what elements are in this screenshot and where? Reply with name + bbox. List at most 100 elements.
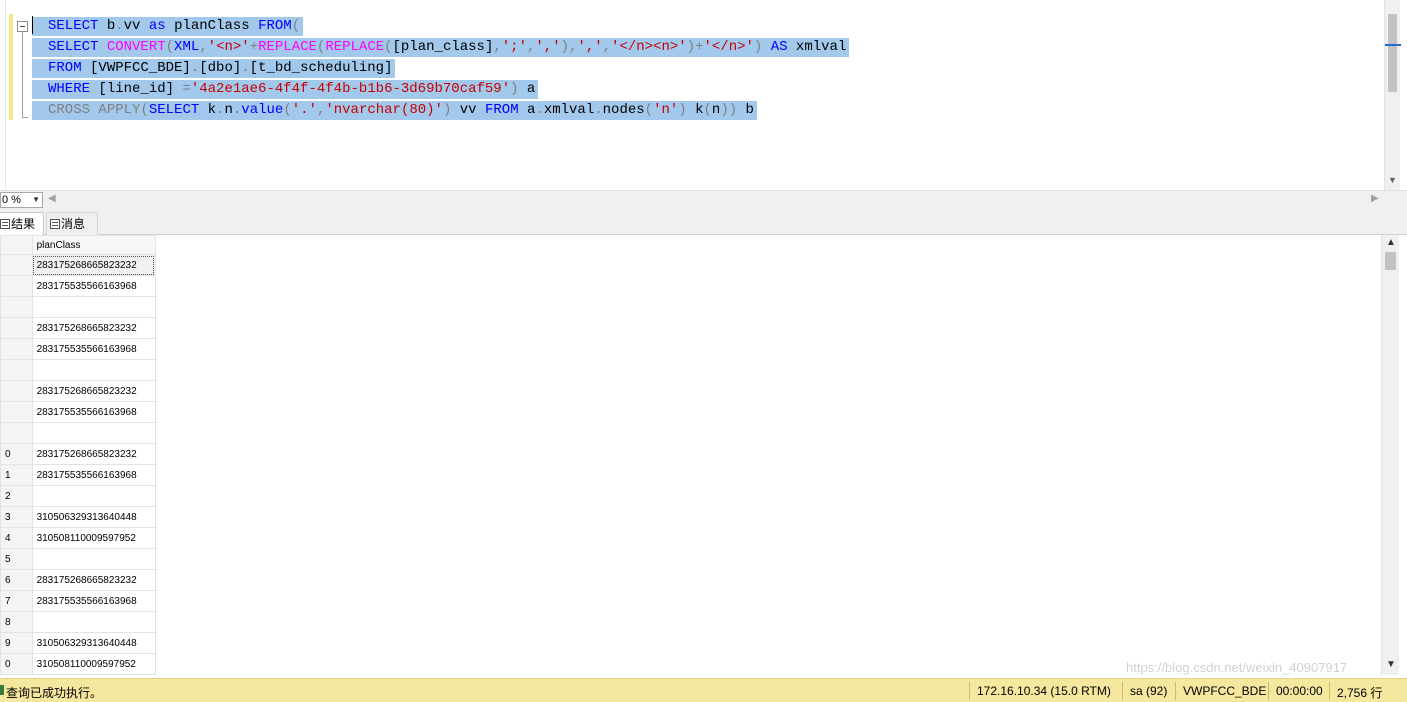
table-row[interactable]: 283175268665823232 (0, 380, 156, 402)
table-row[interactable]: 283175535566163968 (0, 338, 156, 360)
cell-planclass[interactable]: 283175268665823232 (31, 569, 156, 591)
grid-scroll-thumb[interactable] (1385, 252, 1396, 270)
table-row[interactable]: 4 310508110009597952 (0, 527, 156, 549)
cell-planclass[interactable] (31, 611, 156, 633)
editor-right-margin (1401, 0, 1407, 190)
code-token: xmlval (543, 102, 595, 118)
cell-planclass[interactable]: 283175535566163968 (31, 275, 156, 297)
row-number[interactable]: 0 (0, 443, 33, 465)
cell-planclass[interactable] (31, 296, 156, 318)
row-number[interactable]: 8 (0, 611, 33, 633)
cell-planclass[interactable]: 283175268665823232 (31, 443, 156, 465)
selected-text: CROSS APPLY(SELECT k.n.value('.','nvarch… (32, 101, 757, 120)
scroll-down-icon[interactable]: ▼ (1386, 659, 1396, 670)
table-row[interactable]: 7 283175535566163968 (0, 590, 156, 612)
results-grid[interactable]: planClass 283175268665823232 283175535566… (0, 235, 1381, 675)
scroll-up-icon[interactable]: ▲ (1386, 237, 1396, 248)
code-token: ';' (501, 39, 527, 55)
row-number[interactable]: 0 (0, 653, 33, 675)
row-number[interactable] (0, 338, 33, 360)
row-number[interactable] (0, 401, 33, 423)
collapse-icon[interactable] (17, 21, 28, 32)
table-row[interactable]: 0 283175268665823232 (0, 443, 156, 465)
code-token: + (249, 39, 259, 55)
cell-planclass[interactable]: 283175268665823232 (31, 254, 156, 276)
table-row[interactable]: 1 283175535566163968 (0, 464, 156, 486)
cell-planclass[interactable] (31, 548, 156, 570)
table-row[interactable] (0, 296, 156, 318)
row-number[interactable]: 1 (0, 464, 33, 486)
row-number[interactable]: 5 (0, 548, 33, 570)
cell-planclass[interactable]: 283175535566163968 (31, 401, 156, 423)
cell-planclass[interactable]: 283175535566163968 (31, 464, 156, 486)
scroll-left-icon[interactable]: ◀ (48, 193, 56, 204)
row-number[interactable]: 4 (0, 527, 33, 549)
cell-planclass[interactable] (31, 359, 156, 381)
row-number[interactable]: 7 (0, 590, 33, 612)
row-number[interactable]: 3 (0, 506, 33, 528)
row-number[interactable]: 6 (0, 569, 33, 591)
sql-code[interactable]: SELECT b.vv as planClass FROM( SELECT CON… (32, 16, 850, 121)
table-row[interactable]: 0 310508110009597952 (0, 653, 156, 675)
row-number[interactable]: 9 (0, 632, 33, 654)
code-line[interactable]: SELECT CONVERT(XML,'<n>'+REPLACE(REPLACE… (32, 37, 850, 58)
cell-planclass[interactable]: 310508110009597952 (31, 527, 156, 549)
selected-text: SELECT CONVERT(XML,'<n>'+REPLACE(REPLACE… (32, 38, 850, 57)
table-row[interactable]: 3 310506329313640448 (0, 506, 156, 528)
row-number[interactable] (0, 380, 33, 402)
table-row[interactable]: 283175268665823232 (0, 317, 156, 339)
row-number[interactable] (0, 296, 33, 318)
table-row[interactable]: 8 (0, 611, 156, 633)
code-line[interactable]: SELECT b.vv as planClass FROM( (32, 16, 849, 37)
code-token: = (182, 81, 191, 97)
row-number[interactable] (0, 359, 33, 381)
row-number[interactable] (0, 275, 33, 297)
cell-planclass[interactable] (31, 422, 156, 444)
code-token: . (535, 102, 544, 118)
query-editor[interactable]: SELECT b.vv as planClass FROM( SELECT CON… (0, 0, 1407, 190)
cell-planclass[interactable]: 283175535566163968 (31, 590, 156, 612)
code-line[interactable]: CROSS APPLY(SELECT k.n.value('.','nvarch… (32, 100, 849, 121)
cell-planclass[interactable]: 310506329313640448 (31, 506, 156, 528)
table-row[interactable]: 2 (0, 485, 156, 507)
row-number[interactable]: 2 (0, 485, 33, 507)
column-header-planclass[interactable]: planClass (31, 235, 156, 255)
row-header-corner[interactable] (0, 235, 33, 255)
selected-text: SELECT b.vv as planClass FROM( (32, 17, 304, 36)
zoom-select[interactable]: 0 % ▼ (0, 192, 43, 208)
cell-planclass[interactable]: 283175268665823232 (31, 380, 156, 402)
table-row[interactable]: 283175535566163968 (0, 275, 156, 297)
table-row[interactable]: 283175268665823232 (0, 254, 156, 276)
grid-vertical-scrollbar[interactable]: ▲ ▼ (1381, 235, 1399, 675)
scroll-right-icon[interactable]: ▶ (1371, 193, 1379, 204)
code-token: '</n><n>' (611, 39, 687, 55)
scroll-down-icon[interactable]: ▼ (1388, 175, 1397, 185)
row-number[interactable] (0, 254, 33, 276)
code-token: . (115, 18, 124, 34)
status-elapsed: 00:00:00 (1276, 684, 1323, 698)
row-number[interactable] (0, 422, 33, 444)
table-row[interactable]: 9 310506329313640448 (0, 632, 156, 654)
cell-planclass[interactable]: 310506329313640448 (31, 632, 156, 654)
code-line[interactable]: FROM [VWPFCC_BDE].[dbo].[t_bd_scheduling… (32, 58, 849, 79)
cell-planclass[interactable] (31, 485, 156, 507)
code-token: ) (510, 81, 527, 97)
editor-vertical-scrollbar[interactable]: ▼ (1384, 0, 1400, 190)
cell-planclass[interactable]: 310508110009597952 (31, 653, 156, 675)
row-number[interactable] (0, 317, 33, 339)
table-row[interactable]: 6 283175268665823232 (0, 569, 156, 591)
cell-planclass[interactable]: 283175535566163968 (31, 338, 156, 360)
tab-results[interactable]: 结果 (0, 212, 44, 235)
chevron-down-icon[interactable]: ▼ (32, 193, 40, 207)
cell-planclass[interactable]: 283175268665823232 (31, 317, 156, 339)
table-row[interactable] (0, 422, 156, 444)
code-token: SELECT (48, 39, 99, 55)
code-token: '4a2e1ae6-4f4f-4f4b-b1b6-3d69b70caf59' (190, 81, 511, 97)
selected-text: FROM [VWPFCC_BDE].[dbo].[t_bd_scheduling… (32, 59, 396, 78)
code-line[interactable]: WHERE [line_id] ='4a2e1ae6-4f4f-4f4b-b1b… (32, 79, 849, 100)
table-row[interactable]: 283175535566163968 (0, 401, 156, 423)
editor-scroll-thumb[interactable] (1388, 14, 1397, 92)
tab-messages[interactable]: 消息 (46, 212, 98, 235)
table-row[interactable]: 5 (0, 548, 156, 570)
table-row[interactable] (0, 359, 156, 381)
